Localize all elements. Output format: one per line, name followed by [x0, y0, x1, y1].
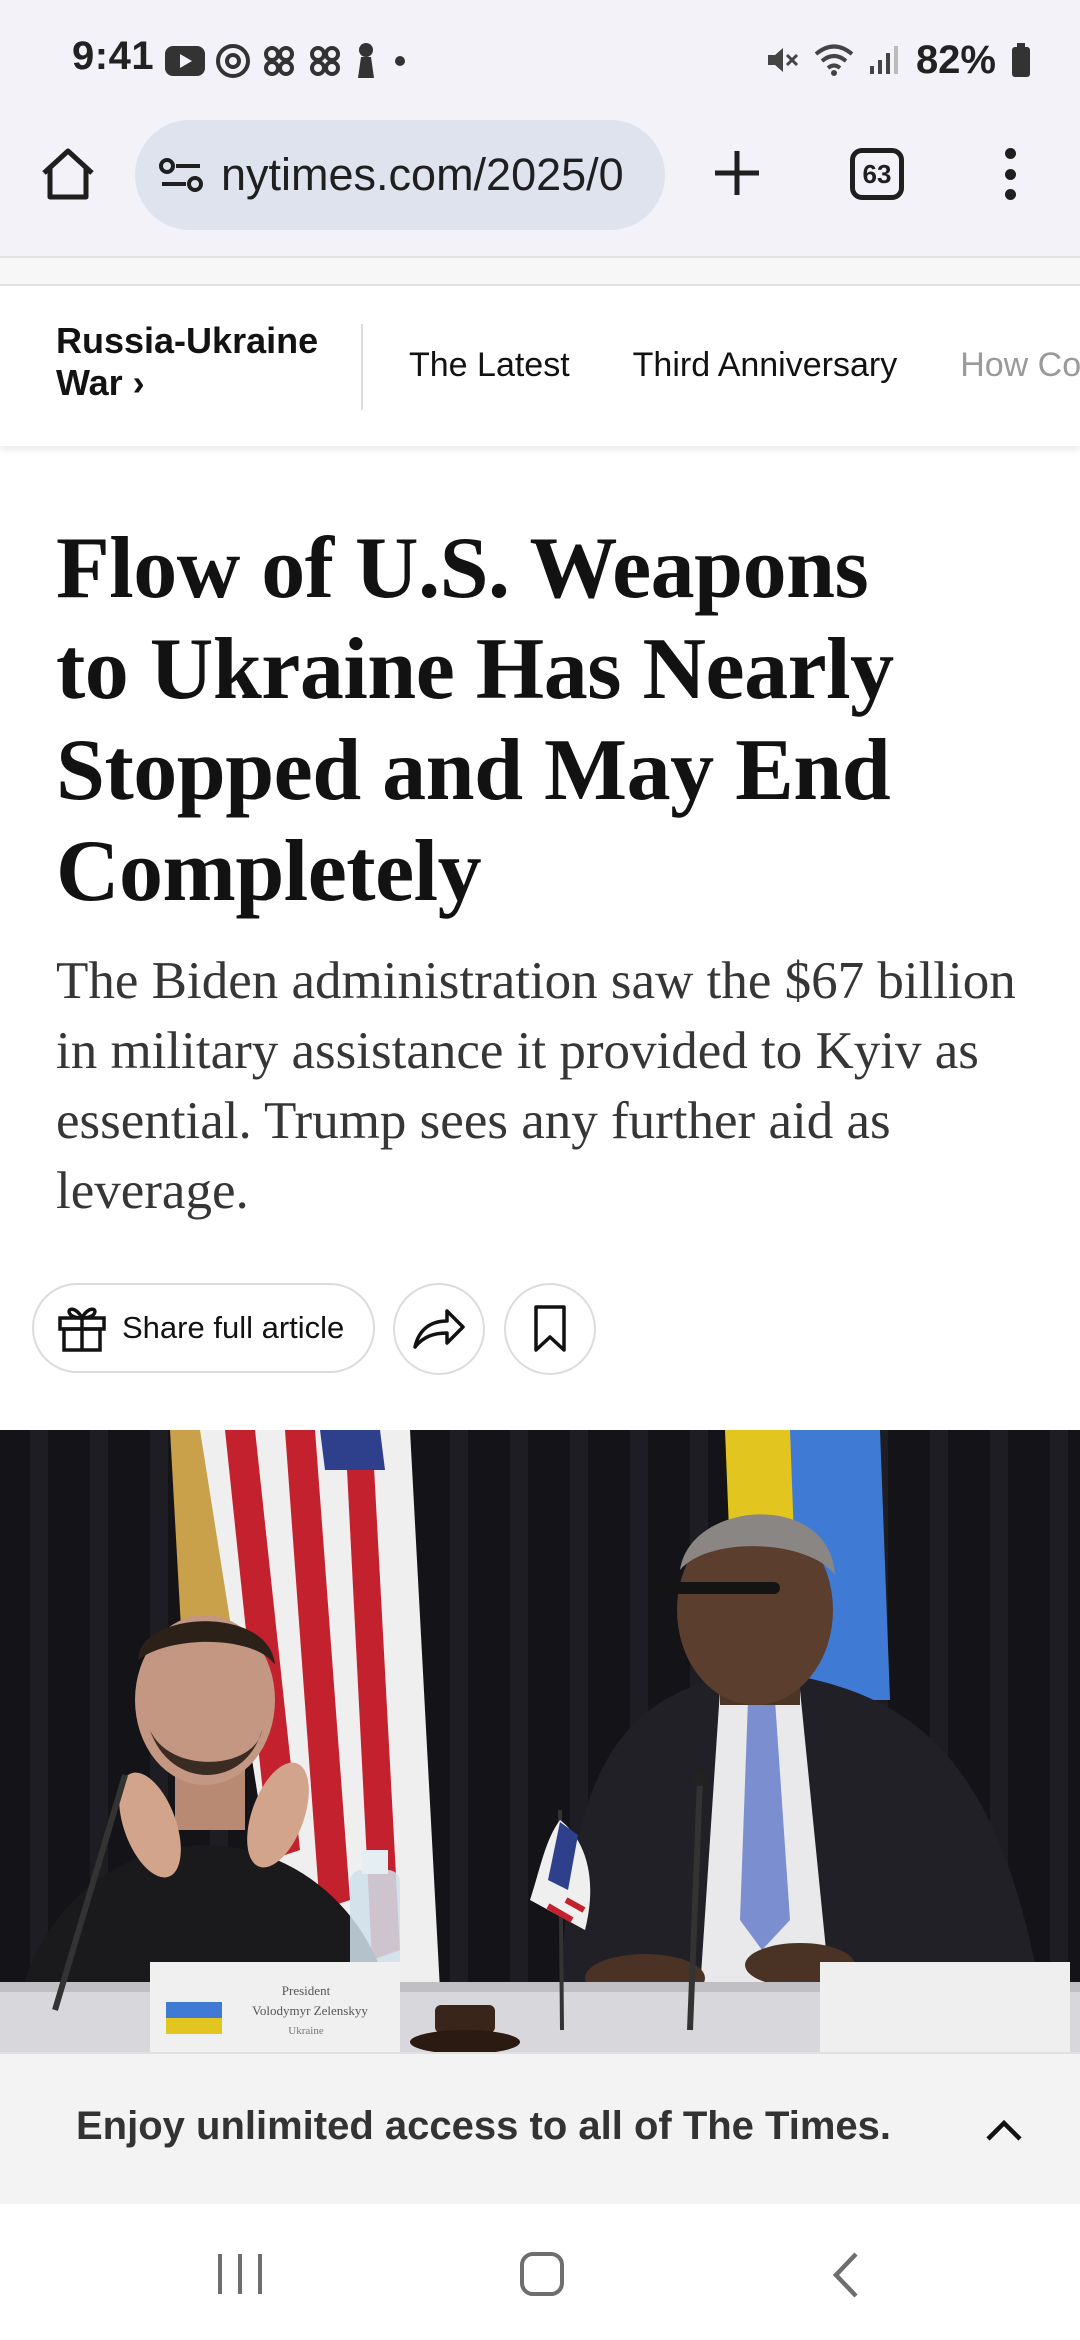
- subscribe-banner[interactable]: Enjoy unlimited access to all of The Tim…: [0, 2052, 1080, 2204]
- home-icon: [42, 148, 94, 200]
- site-info-icon: [159, 158, 203, 192]
- page-top-divider: [0, 256, 1080, 286]
- chevron-up-icon: [986, 2119, 1022, 2141]
- menu-dot: [1004, 148, 1016, 159]
- chess-pawn-icon: [358, 43, 374, 78]
- section-link-latest[interactable]: The Latest: [409, 346, 570, 385]
- battery-percent: 82%: [915, 37, 996, 82]
- pinwheel-icon: [310, 46, 340, 76]
- menu-dot: [1004, 189, 1016, 200]
- recents-bar: [218, 2254, 222, 2294]
- browser-toolbar: nytimes.com/2025/0 63: [0, 118, 1080, 256]
- gift-icon: [58, 1307, 106, 1352]
- youtube-icon: [165, 46, 205, 76]
- recents-bar: [258, 2254, 262, 2294]
- site-info-button[interactable]: [157, 151, 205, 199]
- status-bar: 9:41 82%: [0, 0, 1080, 118]
- signal-icon: [869, 46, 898, 74]
- tab-switcher-button[interactable]: 63: [850, 148, 904, 200]
- wifi-icon: [814, 44, 854, 76]
- section-title-link[interactable]: Russia-Ukraine War ›: [56, 320, 356, 404]
- section-links: The Latest Third Anniversary How Co: [409, 346, 1080, 385]
- threads-icon: [216, 44, 250, 78]
- share-full-article-button[interactable]: Share full article: [32, 1283, 375, 1373]
- subscribe-banner-text[interactable]: Enjoy unlimited access to all of The Tim…: [76, 2104, 891, 2149]
- recents-bar: [238, 2254, 242, 2294]
- tab-count: 63: [862, 158, 892, 189]
- new-tab-icon: [715, 151, 759, 195]
- save-button[interactable]: [504, 1283, 596, 1375]
- share-arrow-icon: [413, 1309, 465, 1349]
- address-bar[interactable]: nytimes.com/2025/0: [135, 120, 665, 230]
- overflow-menu-button[interactable]: [990, 142, 1030, 206]
- home-nav-button[interactable]: [520, 2252, 564, 2296]
- section-link-how-co[interactable]: How Co: [960, 346, 1080, 385]
- new-tab-button[interactable]: [704, 140, 770, 206]
- share-label: Share full article: [122, 1310, 345, 1345]
- photo-illustration: President Volodymyr Zelenskyy Ukraine: [0, 1430, 1080, 2052]
- recents-button[interactable]: [218, 2254, 262, 2294]
- expand-banner-button[interactable]: [978, 2104, 1030, 2156]
- pinwheel-icon: [264, 46, 294, 76]
- bookmark-icon: [534, 1305, 566, 1352]
- back-icon[interactable]: [826, 2250, 866, 2300]
- section-nav: Russia-Ukraine War › The Latest Third An…: [0, 288, 1080, 446]
- share-button[interactable]: [393, 1283, 485, 1375]
- article-photo: President Volodymyr Zelenskyy Ukraine: [0, 1430, 1080, 2052]
- dot-icon: [395, 56, 405, 66]
- placard-line-2: Volodymyr Zelenskyy: [252, 2003, 368, 2018]
- notification-icons: [165, 40, 411, 82]
- battery-icon: [1012, 43, 1030, 77]
- article-headline: Flow of U.S. Weapons to Ukraine Has Near…: [56, 520, 894, 920]
- section-link-anniversary[interactable]: Third Anniversary: [633, 346, 898, 385]
- article-summary: The Biden administration saw the $67 bil…: [56, 952, 1016, 1220]
- menu-dot: [1004, 168, 1016, 180]
- section-divider: [361, 324, 363, 410]
- mute-icon: [767, 48, 798, 72]
- system-icons: 82%: [764, 34, 1032, 86]
- status-time: 9:41: [72, 34, 155, 78]
- home-button[interactable]: [36, 142, 100, 206]
- url-text[interactable]: nytimes.com/2025/0: [221, 149, 641, 201]
- placard-line-3: Ukraine: [288, 2025, 324, 2037]
- system-navigation-bar: [0, 2204, 1080, 2340]
- placard-line-1: President: [282, 1983, 331, 1998]
